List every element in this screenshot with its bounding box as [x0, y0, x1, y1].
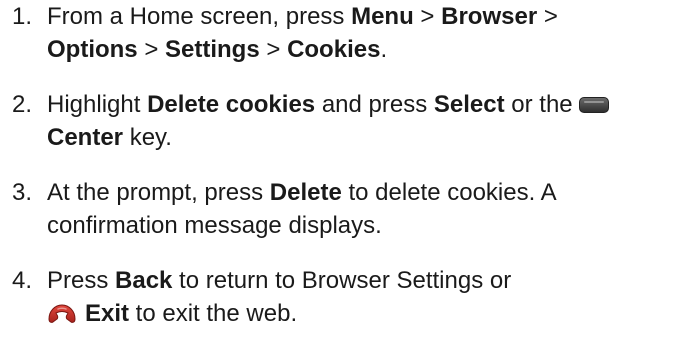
- step-text: At the prompt, press Delete to delete co…: [47, 176, 687, 242]
- menu-term: Select: [433, 91, 505, 118]
- separator: >: [537, 3, 558, 30]
- step-text-part: .: [380, 36, 388, 63]
- separator: >: [259, 36, 288, 63]
- step-number: 3.: [12, 179, 33, 206]
- step-text-part: to exit the web.: [129, 300, 298, 327]
- step-text-part: key.: [123, 124, 172, 151]
- separator: >: [137, 36, 166, 63]
- menu-term: Options: [47, 36, 138, 63]
- step-text-part: Highlight: [47, 91, 148, 118]
- menu-term: Settings: [165, 36, 260, 63]
- menu-term: Center: [47, 124, 124, 151]
- step-text-part: to return to Browser Settings or: [172, 267, 512, 294]
- step-number: 2.: [12, 91, 33, 118]
- step-text-part: or the: [504, 91, 580, 118]
- step-text: Press Back to return to Browser Settings…: [47, 264, 687, 330]
- menu-term: Back: [115, 267, 173, 294]
- step-text: From a Home screen, press Menu > Browser…: [47, 0, 687, 66]
- menu-term: Cookies: [287, 36, 381, 63]
- menu-term: Delete: [269, 179, 342, 206]
- menu-term: Browser: [441, 3, 538, 30]
- instruction-steps: 1. From a Home screen, press Menu > Brow…: [0, 0, 694, 343]
- step-text: Highlight Delete cookies and press Selec…: [47, 88, 687, 154]
- menu-term: Delete cookies: [147, 91, 316, 118]
- step-text-part: At the prompt, press: [47, 179, 270, 206]
- menu-term: Exit: [85, 300, 130, 327]
- step-number: 4.: [12, 267, 33, 294]
- end-key-icon: [47, 301, 77, 325]
- separator: >: [413, 3, 442, 30]
- step-number: 1.: [12, 3, 33, 30]
- menu-term: Menu: [351, 3, 414, 30]
- step-text-part: and press: [315, 91, 434, 118]
- step-text-part: Press: [47, 267, 116, 294]
- step-text-part: From a Home screen, press: [47, 3, 352, 30]
- center-key-icon: [579, 97, 610, 113]
